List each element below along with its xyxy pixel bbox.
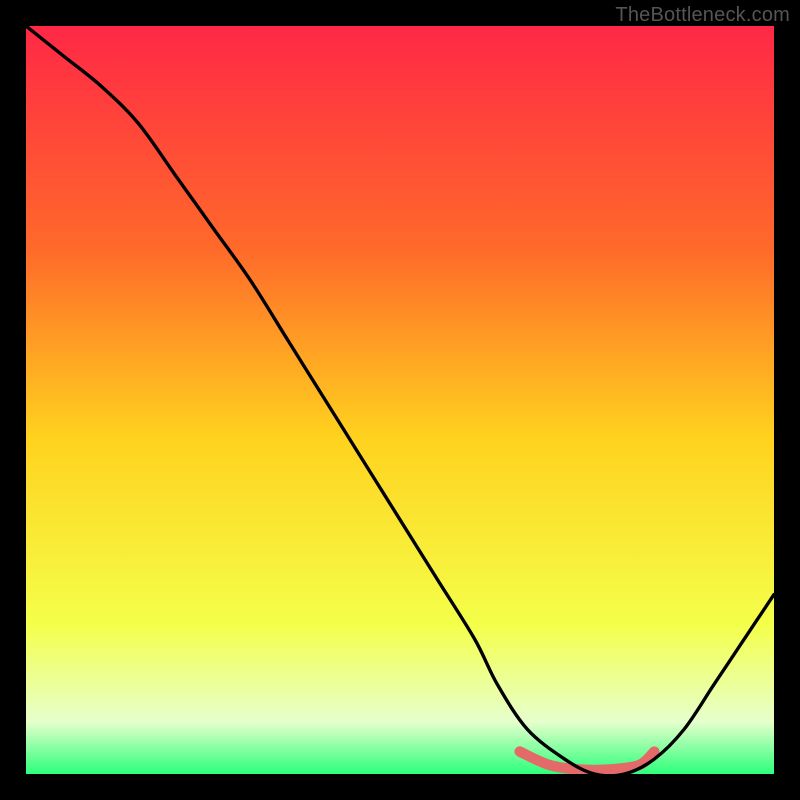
chart-area	[26, 26, 774, 774]
chart-svg	[26, 26, 774, 774]
credit-text: TheBottleneck.com	[615, 4, 790, 27]
gradient-bg	[26, 26, 774, 774]
